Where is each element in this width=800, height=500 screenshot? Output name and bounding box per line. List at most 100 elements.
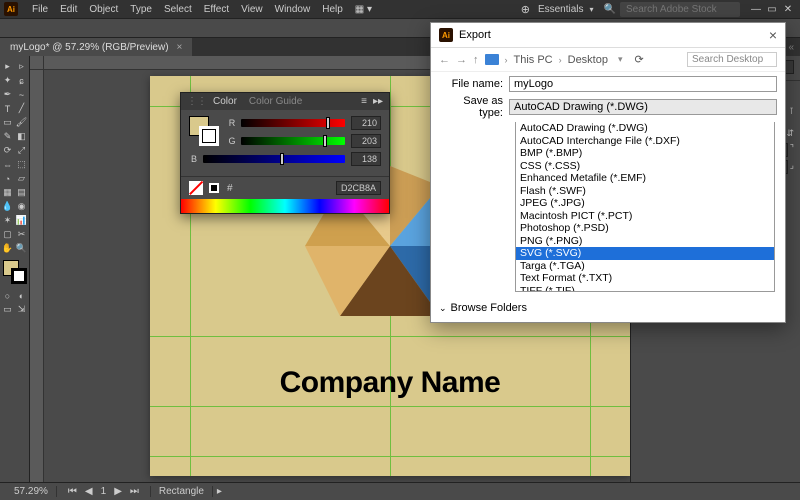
symbol-sprayer-tool[interactable]: ✶ (1, 214, 14, 227)
rectangle-tool[interactable]: ▭ (1, 116, 14, 129)
file-type-list[interactable]: AutoCAD Drawing (*.DWG)AutoCAD Interchan… (515, 122, 775, 292)
bw-swatch[interactable] (209, 183, 219, 193)
artboard-tool[interactable]: ▢ (1, 228, 14, 241)
file-type-option[interactable]: BMP (*.BMP) (516, 147, 774, 160)
arrange-icon[interactable]: ⊕ (521, 3, 530, 16)
menu-window[interactable]: Window (269, 4, 317, 15)
free-transform-tool[interactable]: ⬚ (15, 158, 28, 171)
menu-object[interactable]: Object (83, 4, 124, 15)
file-type-option[interactable]: Targa (*.TGA) (516, 260, 774, 273)
file-type-option[interactable]: Enhanced Metafile (*.EMF) (516, 172, 774, 185)
ruler-vertical[interactable] (30, 70, 44, 482)
slice-tool[interactable]: ✂ (15, 228, 28, 241)
draw-normal[interactable]: ○ (1, 289, 14, 302)
pen-tool[interactable]: ✒ (1, 88, 14, 101)
file-type-option[interactable]: JPEG (*.JPG) (516, 197, 774, 210)
eyedropper-tool[interactable]: 💧 (1, 200, 14, 213)
g-value[interactable]: 203 (351, 134, 381, 148)
color-spectrum[interactable] (181, 199, 389, 213)
shape-builder-tool[interactable]: ◔ (1, 172, 14, 185)
ruler-origin[interactable] (30, 56, 44, 70)
panel-grip-icon[interactable]: ⋮⋮ (187, 96, 207, 107)
fill-stroke-swatch[interactable] (3, 260, 27, 284)
screen-mode[interactable]: ▭ (1, 303, 14, 316)
zoom-tool[interactable]: 🔍 (15, 242, 28, 255)
selection-tool[interactable]: ▸ (1, 60, 14, 73)
forward-icon[interactable]: → (456, 54, 467, 66)
graph-tool[interactable]: 📊 (15, 214, 28, 227)
menu-help[interactable]: Help (316, 4, 349, 15)
window-restore[interactable]: ▭ (764, 4, 780, 15)
up-icon[interactable]: ↑ (473, 54, 479, 66)
r-value[interactable]: 210 (351, 116, 381, 130)
direct-selection-tool[interactable]: ▹ (15, 60, 28, 73)
menu-select[interactable]: Select (158, 4, 198, 15)
g-slider[interactable] (241, 137, 345, 145)
bridge-icon[interactable]: ▦ ▾ (355, 4, 372, 15)
panel-swatch[interactable] (189, 116, 219, 146)
status-menu-icon[interactable]: ▸ (217, 486, 222, 497)
folder-search[interactable]: Search Desktop (687, 52, 777, 67)
file-type-option[interactable]: PNG (*.PNG) (516, 235, 774, 248)
close-icon[interactable]: × (769, 27, 777, 43)
file-type-option[interactable]: CSS (*.CSS) (516, 160, 774, 173)
zoom-level[interactable]: 57.29% (6, 486, 57, 497)
close-icon[interactable]: × (177, 42, 183, 53)
menu-effect[interactable]: Effect (198, 4, 235, 15)
gradient-tool[interactable]: ▤ (15, 186, 28, 199)
stock-search-input[interactable] (620, 2, 740, 17)
file-type-option[interactable]: AutoCAD Interchange File (*.DXF) (516, 135, 774, 148)
none-color[interactable] (189, 181, 203, 195)
mesh-tool[interactable]: ▦ (1, 186, 14, 199)
b-value[interactable]: 138 (351, 152, 381, 166)
filename-input[interactable]: myLogo (509, 76, 777, 92)
saveas-dropdown[interactable]: AutoCAD Drawing (*.DWG) (509, 99, 777, 115)
blend-tool[interactable]: ◉ (15, 200, 28, 213)
draw-behind[interactable]: ◐ (15, 289, 28, 302)
company-name-text[interactable]: Company Name (150, 366, 630, 400)
chevron-down-icon[interactable]: ▾ (590, 5, 594, 14)
menu-file[interactable]: File (26, 4, 54, 15)
chevron-down-icon[interactable]: ⌄ (439, 303, 447, 314)
magic-wand-tool[interactable]: ✦ (1, 74, 14, 87)
rotate-tool[interactable]: ⟳ (1, 144, 14, 157)
perspective-tool[interactable]: ▱ (15, 172, 28, 185)
menu-edit[interactable]: Edit (54, 4, 83, 15)
width-tool[interactable]: ⇔ (1, 158, 14, 171)
change-screen[interactable]: ⇲ (15, 303, 28, 316)
panel-menu-icon[interactable]: ≡ (361, 96, 367, 107)
menu-view[interactable]: View (235, 4, 269, 15)
file-type-option[interactable]: AutoCAD Drawing (*.DWG) (516, 122, 774, 135)
file-type-option[interactable]: Flash (*.SWF) (516, 185, 774, 198)
breadcrumb-desktop[interactable]: Desktop (568, 54, 608, 66)
r-slider[interactable] (241, 119, 345, 127)
eraser-tool[interactable]: ◧ (15, 130, 28, 143)
color-tab[interactable]: Color (213, 96, 237, 107)
line-tool[interactable]: ╱ (15, 102, 28, 115)
panel-collapse-icon[interactable]: ▸▸ (373, 96, 383, 107)
refresh-icon[interactable]: ⟳ (635, 53, 644, 66)
artboard-nav[interactable]: ⏮◀1▶⏭ (57, 486, 151, 497)
shaper-tool[interactable]: ✎ (1, 130, 14, 143)
file-type-option[interactable]: Macintosh PICT (*.PCT) (516, 210, 774, 223)
file-type-option[interactable]: Text Format (*.TXT) (516, 272, 774, 285)
document-tab[interactable]: myLogo* @ 57.29% (RGB/Preview) × (0, 38, 192, 56)
window-minimize[interactable]: — (748, 4, 764, 15)
menu-type[interactable]: Type (124, 4, 158, 15)
curvature-tool[interactable]: ~ (15, 88, 28, 101)
stroke-color[interactable] (11, 268, 27, 284)
b-slider[interactable] (203, 155, 345, 163)
type-tool[interactable]: T (1, 102, 14, 115)
window-close[interactable]: ✕ (780, 4, 796, 15)
hex-value[interactable]: D2CB8A (336, 181, 381, 195)
breadcrumb-pc[interactable]: This PC (514, 54, 553, 66)
workspace-switcher[interactable]: Essentials (538, 4, 584, 15)
lasso-tool[interactable]: ɕ (15, 74, 28, 87)
file-type-option[interactable]: Photoshop (*.PSD) (516, 222, 774, 235)
hand-tool[interactable]: ✋ (1, 242, 14, 255)
back-icon[interactable]: ← (439, 54, 450, 66)
browse-folders-toggle[interactable]: Browse Folders (451, 302, 527, 314)
color-panel[interactable]: ⋮⋮ Color Color Guide ≡ ▸▸ R210 G203 B138… (180, 92, 390, 214)
scale-tool[interactable]: ⤢ (15, 144, 28, 157)
flip-v-icon[interactable]: ⇵ (786, 128, 794, 139)
